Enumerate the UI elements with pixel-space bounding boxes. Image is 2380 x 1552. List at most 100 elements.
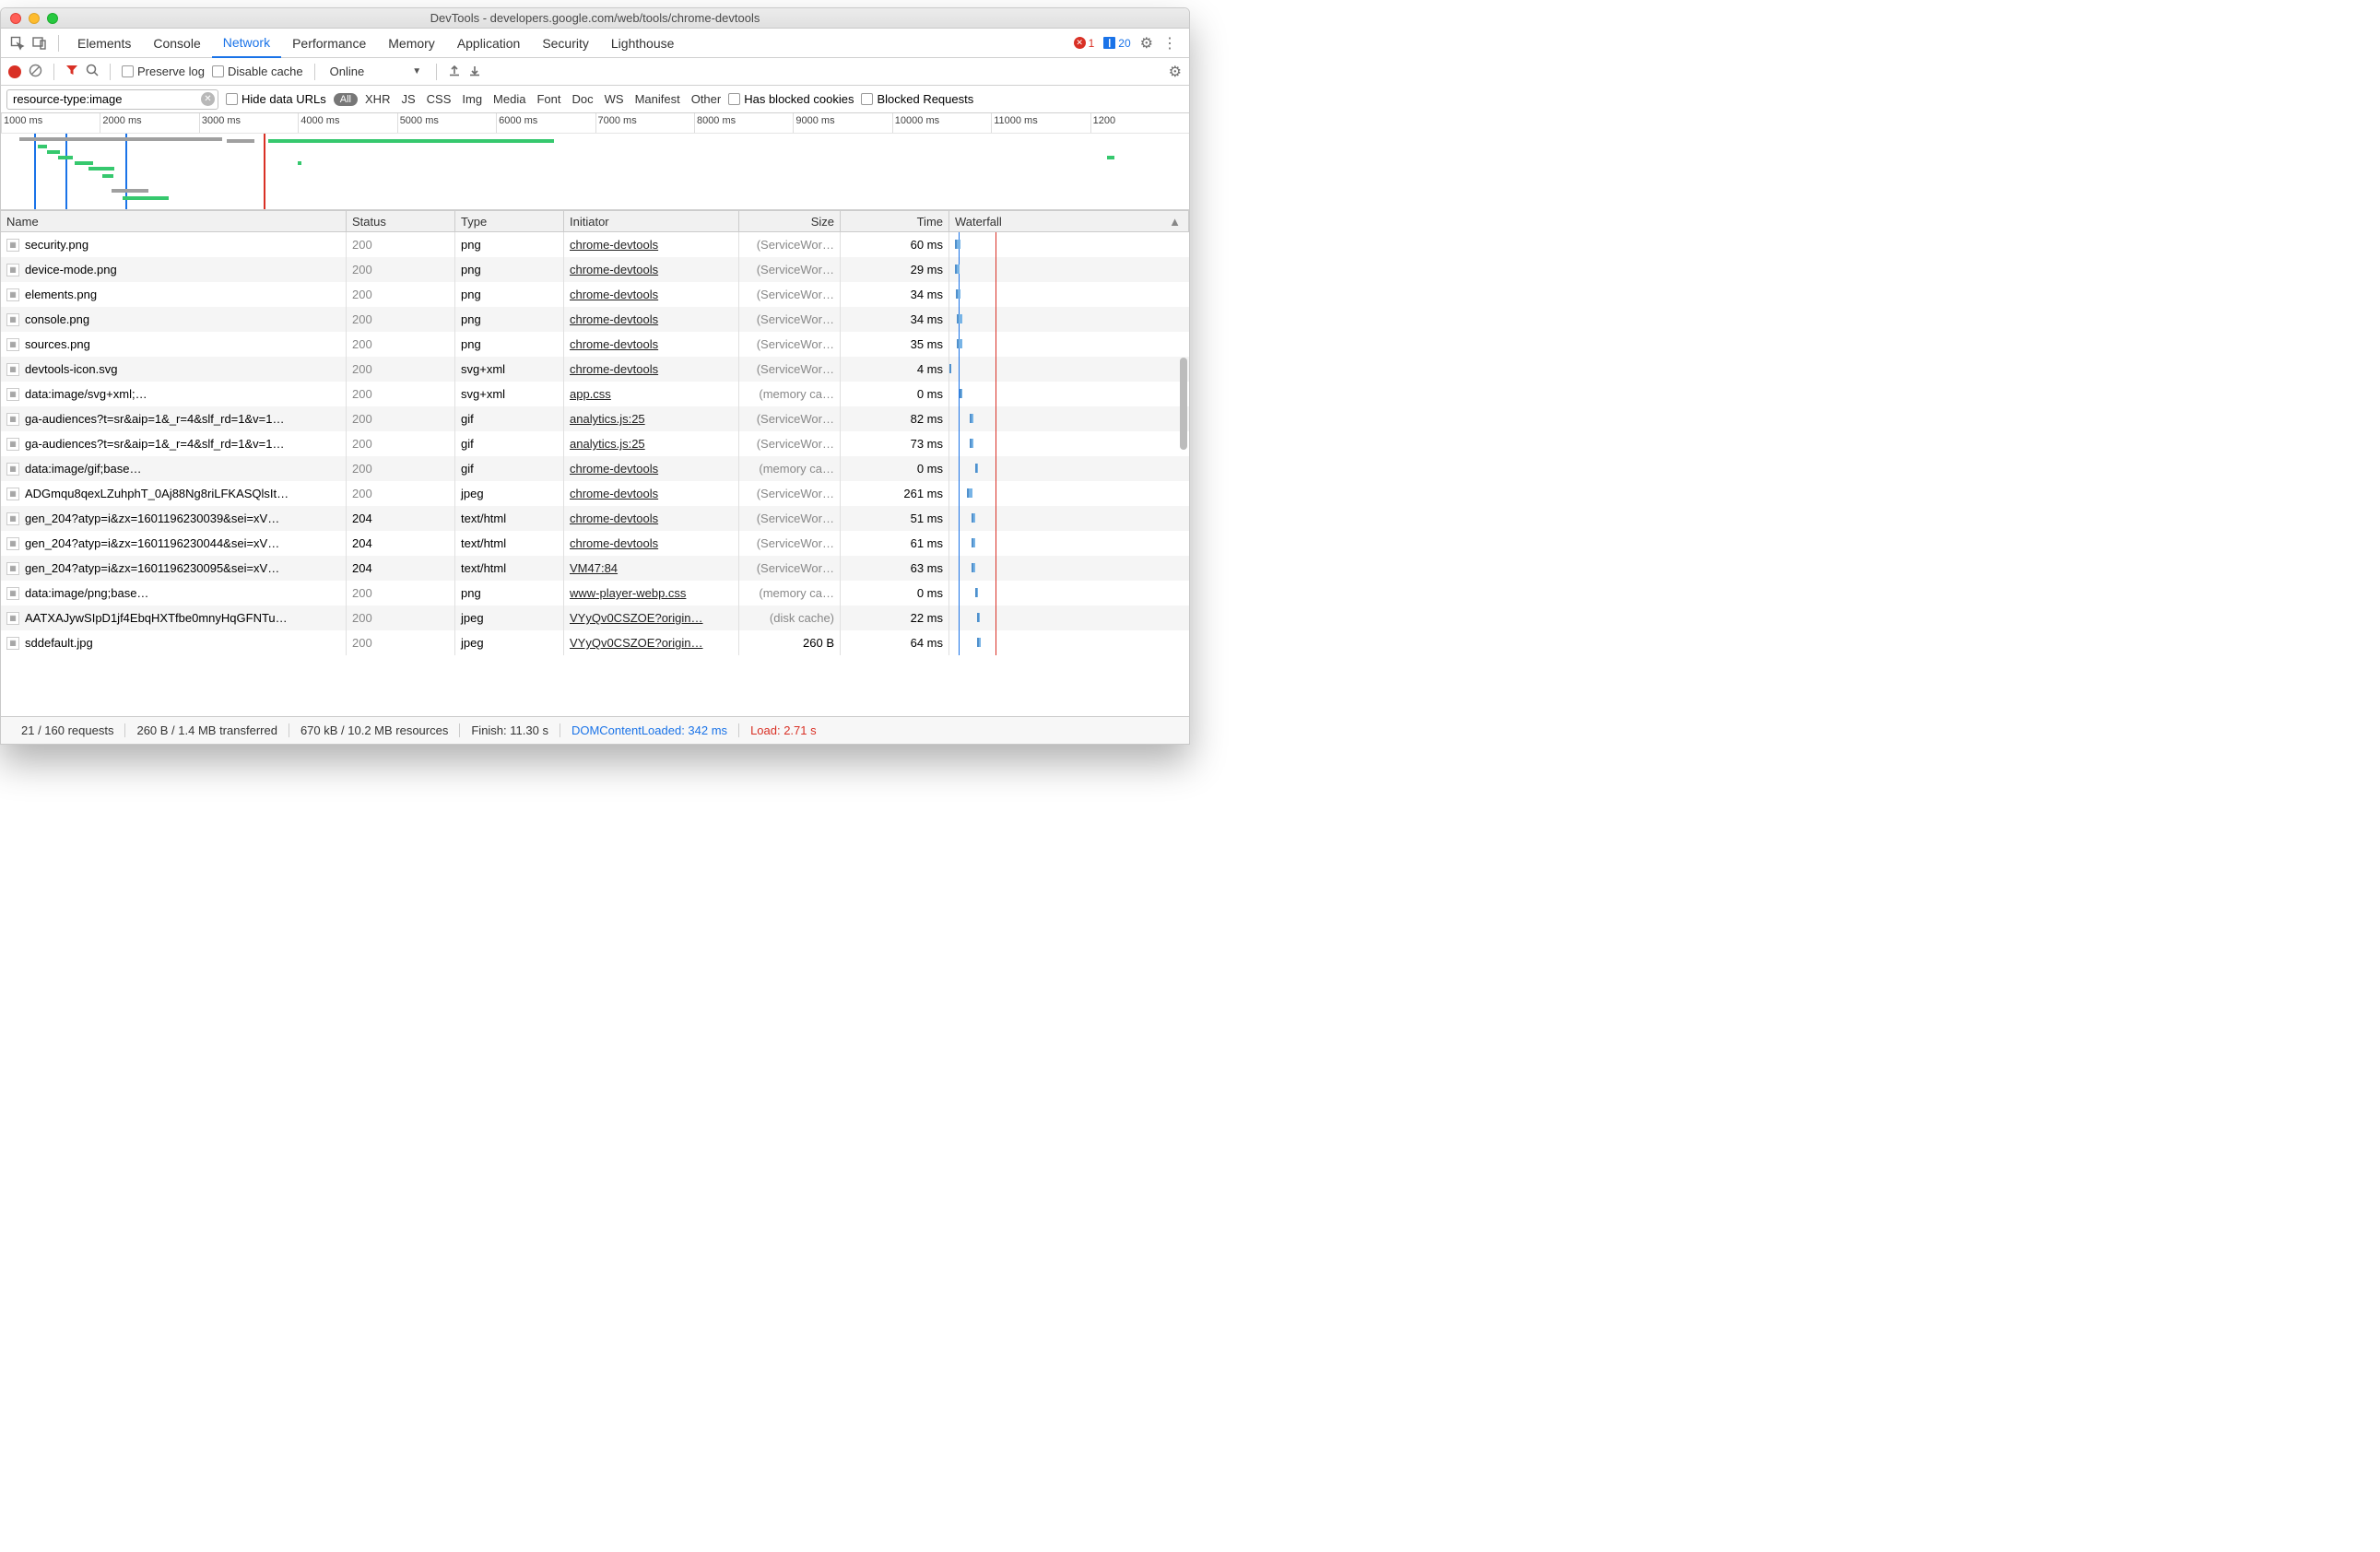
initiator-link[interactable]: chrome-devtools [570, 536, 658, 550]
table-row[interactable]: ▦devtools-icon.svg200svg+xmlchrome-devto… [1, 357, 1189, 382]
table-row[interactable]: ▦data:image/gif;base…200gifchrome-devtoo… [1, 456, 1189, 481]
cell-waterfall [949, 282, 1189, 307]
initiator-link[interactable]: VM47:84 [570, 561, 618, 575]
initiator-link[interactable]: chrome-devtools [570, 337, 658, 351]
preserve-log-checkbox[interactable]: Preserve log [122, 65, 205, 78]
blocked-requests-checkbox[interactable]: Blocked Requests [861, 92, 973, 106]
initiator-link[interactable]: chrome-devtools [570, 238, 658, 252]
filter-bar: resource-type:image ✕ Hide data URLs All… [1, 86, 1189, 113]
error-badge[interactable]: ✕ 1 [1074, 37, 1095, 50]
cell-time: 34 ms [841, 282, 949, 307]
initiator-link[interactable]: analytics.js:25 [570, 412, 645, 426]
download-icon[interactable] [468, 64, 481, 79]
filter-icon[interactable] [65, 64, 78, 79]
kebab-icon[interactable]: ⋮ [1162, 34, 1178, 53]
filter-type-manifest[interactable]: Manifest [635, 92, 680, 106]
filter-type-css[interactable]: CSS [427, 92, 452, 106]
table-row[interactable]: ▦console.png200pngchrome-devtools(Servic… [1, 307, 1189, 332]
scrollbar[interactable] [1180, 358, 1187, 450]
filter-type-media[interactable]: Media [493, 92, 525, 106]
table-row[interactable]: ▦AATXAJywSIpD1jf4EbqHXTfbe0mnyHqGFNTu…20… [1, 606, 1189, 630]
filter-input[interactable]: resource-type:image ✕ [6, 89, 218, 110]
ruler-tick: 10000 ms [892, 113, 991, 133]
overview-timeline[interactable]: 1000 ms2000 ms3000 ms4000 ms5000 ms6000 … [1, 113, 1189, 210]
filter-type-js[interactable]: JS [401, 92, 415, 106]
hide-data-urls-checkbox[interactable]: Hide data URLs [226, 92, 326, 106]
tab-memory[interactable]: Memory [377, 29, 446, 58]
initiator-link[interactable]: analytics.js:25 [570, 437, 645, 451]
initiator-link[interactable]: app.css [570, 387, 611, 401]
tab-elements[interactable]: Elements [66, 29, 142, 58]
col-time[interactable]: Time [841, 211, 949, 231]
initiator-link[interactable]: chrome-devtools [570, 487, 658, 500]
table-row[interactable]: ▦security.png200pngchrome-devtools(Servi… [1, 232, 1189, 257]
table-row[interactable]: ▦sources.png200pngchrome-devtools(Servic… [1, 332, 1189, 357]
col-status[interactable]: Status [347, 211, 455, 231]
table-row[interactable]: ▦sddefault.jpg200jpegVYyQv0CSZOE?origin…… [1, 630, 1189, 655]
table-row[interactable]: ▦gen_204?atyp=i&zx=1601196230044&sei=xV…… [1, 531, 1189, 556]
table-row[interactable]: ▦gen_204?atyp=i&zx=1601196230095&sei=xV…… [1, 556, 1189, 581]
tab-security[interactable]: Security [531, 29, 600, 58]
gear-icon[interactable]: ⚙ [1140, 34, 1153, 53]
initiator-link[interactable]: chrome-devtools [570, 288, 658, 301]
overview-bar [1107, 156, 1114, 159]
filter-all[interactable]: All [334, 93, 358, 106]
filter-type-ws[interactable]: WS [605, 92, 624, 106]
initiator-link[interactable]: chrome-devtools [570, 362, 658, 376]
initiator-link[interactable]: VYyQv0CSZOE?origin… [570, 611, 703, 625]
table-row[interactable]: ▦data:image/svg+xml;…200svg+xmlapp.css(m… [1, 382, 1189, 406]
message-badge[interactable]: ❙ 20 [1103, 37, 1130, 50]
filter-type-doc[interactable]: Doc [571, 92, 593, 106]
throttling-select[interactable]: Online▼ [326, 65, 425, 78]
cell-name: gen_204?atyp=i&zx=1601196230095&sei=xV… [25, 561, 279, 575]
disable-cache-checkbox[interactable]: Disable cache [212, 65, 303, 78]
table-row[interactable]: ▦ADGmqu8qexLZuhphT_0Aj88Ng8riLFKASQlsIt…… [1, 481, 1189, 506]
filter-type-xhr[interactable]: XHR [365, 92, 390, 106]
table-row[interactable]: ▦ga-audiences?t=sr&aip=1&_r=4&slf_rd=1&v… [1, 406, 1189, 431]
col-waterfall[interactable]: Waterfall▲ [949, 211, 1189, 231]
has-blocked-cookies-checkbox[interactable]: Has blocked cookies [728, 92, 854, 106]
filter-type-other[interactable]: Other [691, 92, 722, 106]
table-row[interactable]: ▦ga-audiences?t=sr&aip=1&_r=4&slf_rd=1&v… [1, 431, 1189, 456]
initiator-link[interactable]: chrome-devtools [570, 312, 658, 326]
cell-size: (ServiceWor… [739, 332, 841, 357]
initiator-link[interactable]: chrome-devtools [570, 263, 658, 276]
initiator-link[interactable]: VYyQv0CSZOE?origin… [570, 636, 703, 650]
initiator-link[interactable]: chrome-devtools [570, 462, 658, 476]
panel-gear-icon[interactable]: ⚙ [1169, 63, 1182, 81]
col-name[interactable]: Name [1, 211, 347, 231]
table-row[interactable]: ▦gen_204?atyp=i&zx=1601196230039&sei=xV…… [1, 506, 1189, 531]
tab-network[interactable]: Network [212, 29, 281, 58]
upload-icon[interactable] [448, 64, 461, 79]
wf-dcl-line [959, 406, 960, 431]
wf-bar [949, 364, 951, 373]
cell-name: security.png [25, 238, 88, 252]
col-size[interactable]: Size [739, 211, 841, 231]
tab-lighthouse[interactable]: Lighthouse [600, 29, 686, 58]
clear-filter-icon[interactable]: ✕ [201, 92, 215, 106]
device-toggle-icon[interactable] [29, 32, 51, 54]
col-type[interactable]: Type [455, 211, 564, 231]
cell-initiator: VYyQv0CSZOE?origin… [564, 630, 739, 655]
col-initiator[interactable]: Initiator [564, 211, 739, 231]
tab-application[interactable]: Application [446, 29, 532, 58]
cell-status: 200 [347, 307, 455, 332]
search-icon[interactable] [86, 64, 99, 79]
separator [110, 64, 111, 80]
record-icon[interactable] [8, 65, 21, 78]
cell-name: data:image/svg+xml;… [25, 387, 147, 401]
cell-waterfall [949, 606, 1189, 630]
table-row[interactable]: ▦device-mode.png200pngchrome-devtools(Se… [1, 257, 1189, 282]
filter-type-font[interactable]: Font [536, 92, 560, 106]
table-row[interactable]: ▦elements.png200pngchrome-devtools(Servi… [1, 282, 1189, 307]
clear-icon[interactable] [29, 64, 42, 80]
initiator-link[interactable]: chrome-devtools [570, 511, 658, 525]
tab-console[interactable]: Console [142, 29, 211, 58]
initiator-link[interactable]: www-player-webp.css [570, 586, 686, 600]
table-row[interactable]: ▦data:image/png;base…200pngwww-player-we… [1, 581, 1189, 606]
inspect-icon[interactable] [6, 32, 29, 54]
overview-bar [38, 145, 47, 148]
tab-performance[interactable]: Performance [281, 29, 377, 58]
filter-type-img[interactable]: Img [462, 92, 482, 106]
dcl-line [34, 134, 36, 210]
